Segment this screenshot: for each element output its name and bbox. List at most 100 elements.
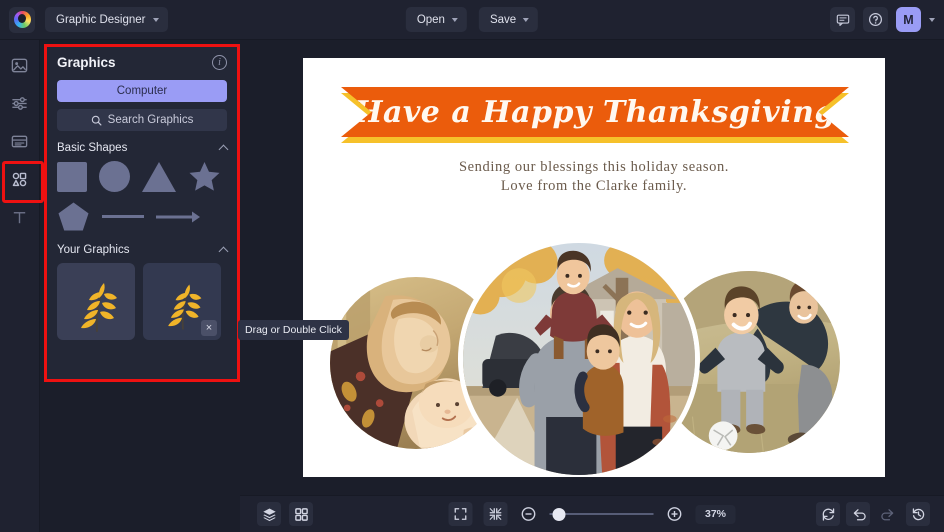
sidebar-item-frames[interactable] bbox=[7, 128, 33, 154]
chevron-down-icon bbox=[153, 17, 160, 22]
shape-line[interactable] bbox=[102, 215, 144, 218]
sidebar-item-adjustments[interactable] bbox=[7, 90, 33, 116]
search-icon bbox=[91, 115, 102, 125]
banner-ribbon-body: Have a Happy Thanksgiving bbox=[341, 87, 849, 137]
zoom-out-icon bbox=[521, 507, 536, 521]
sidebar-item-image[interactable] bbox=[7, 52, 33, 78]
zoom-level-display[interactable]: 37% bbox=[695, 504, 736, 524]
computer-button[interactable]: Computer bbox=[57, 80, 227, 102]
top-bar: Graphic Designer Open Save M bbox=[0, 0, 944, 40]
shapes-icon bbox=[12, 172, 27, 186]
basic-shapes-row-1 bbox=[57, 161, 227, 192]
shape-triangle[interactable] bbox=[142, 161, 176, 192]
save-label: Save bbox=[489, 13, 517, 26]
account-chevron-down-icon[interactable] bbox=[929, 17, 935, 22]
left-tool-rail bbox=[0, 40, 44, 532]
zoom-out-button[interactable] bbox=[519, 504, 539, 524]
remove-graphic-button[interactable]: × bbox=[201, 320, 217, 336]
document-name-label: Graphic Designer bbox=[56, 13, 146, 26]
shrink-to-fit-button[interactable] bbox=[483, 502, 508, 526]
page-title: Graphics bbox=[57, 55, 116, 70]
sidebar-item-text[interactable] bbox=[7, 204, 33, 230]
zoom-controls: 37% bbox=[448, 502, 736, 526]
file-actions-group: Open Save bbox=[405, 7, 539, 32]
redo-icon bbox=[880, 508, 893, 520]
close-icon: × bbox=[205, 322, 213, 334]
chevron-up-icon bbox=[218, 144, 229, 155]
history-button[interactable] bbox=[906, 502, 930, 526]
help-button[interactable] bbox=[863, 7, 888, 32]
adjustments-icon bbox=[12, 96, 27, 110]
tooltip: Drag or Double Click bbox=[238, 320, 349, 340]
shrink-to-fit-icon bbox=[489, 508, 502, 520]
graphics-panel: Graphics i Computer Search Graphics Basi… bbox=[44, 44, 240, 382]
photo-family-portrait-image bbox=[463, 243, 695, 475]
redo-button[interactable] bbox=[876, 502, 900, 526]
canvas-area[interactable]: Have a Happy Thanksgiving Sending our bl… bbox=[240, 40, 944, 495]
section-header-your-graphics[interactable]: Your Graphics bbox=[57, 244, 229, 257]
undo-button[interactable] bbox=[846, 502, 870, 526]
sidebar-item-graphics[interactable] bbox=[1, 161, 44, 203]
layers-panel-icon bbox=[11, 135, 28, 147]
history-controls bbox=[816, 502, 930, 526]
document-name-dropdown[interactable]: Graphic Designer bbox=[45, 7, 169, 32]
shape-arrow[interactable] bbox=[156, 210, 200, 224]
open-button[interactable]: Open bbox=[405, 7, 467, 32]
bottom-left-group bbox=[257, 502, 313, 526]
bottom-bar: 37% bbox=[240, 495, 944, 532]
zoom-in-button[interactable] bbox=[665, 504, 685, 524]
zoom-slider-thumb[interactable] bbox=[552, 507, 566, 521]
shape-pentagon[interactable] bbox=[57, 201, 90, 232]
your-graphics-label: Your Graphics bbox=[57, 244, 130, 256]
undo-icon bbox=[853, 508, 866, 520]
greeting-line-2: Love from the Clarke family. bbox=[500, 178, 688, 194]
bloom-logo-icon bbox=[13, 11, 31, 28]
search-graphics-label: Search Graphics bbox=[107, 114, 194, 126]
design-page[interactable]: Have a Happy Thanksgiving Sending our bl… bbox=[303, 58, 885, 477]
comment-icon bbox=[836, 14, 849, 26]
history-icon bbox=[912, 507, 924, 520]
text-icon bbox=[13, 211, 26, 223]
reset-button[interactable] bbox=[816, 502, 840, 526]
banner-ribbon[interactable]: Have a Happy Thanksgiving bbox=[341, 87, 849, 145]
wheat-graphic-icon bbox=[168, 283, 202, 330]
save-button[interactable]: Save bbox=[478, 7, 539, 32]
greeting-text[interactable]: Sending our blessings this holiday seaso… bbox=[303, 158, 885, 196]
comment-button[interactable] bbox=[830, 7, 855, 32]
greeting-line-1: Sending our blessings this holiday seaso… bbox=[458, 159, 730, 175]
basic-shapes-label: Basic Shapes bbox=[57, 142, 128, 154]
chevron-down-icon bbox=[523, 17, 530, 22]
graphic-thumbnail-wheat-1[interactable] bbox=[57, 263, 135, 340]
reset-icon bbox=[822, 507, 834, 521]
chevron-up-icon bbox=[218, 246, 229, 257]
search-graphics-input[interactable]: Search Graphics bbox=[57, 109, 227, 131]
open-label: Open bbox=[416, 13, 445, 26]
zoom-in-icon bbox=[667, 507, 682, 521]
grid-button[interactable] bbox=[289, 502, 313, 526]
account-actions-group: M bbox=[830, 7, 935, 32]
shape-square[interactable] bbox=[57, 161, 87, 192]
banner-text: Have a Happy Thanksgiving bbox=[354, 94, 836, 130]
shape-star[interactable] bbox=[188, 161, 221, 192]
section-header-basic-shapes[interactable]: Basic Shapes bbox=[57, 142, 229, 155]
shape-circle[interactable] bbox=[99, 161, 130, 192]
fit-screen-icon bbox=[454, 508, 467, 520]
wheat-graphic-icon bbox=[81, 282, 117, 332]
computer-button-label: Computer bbox=[116, 85, 168, 97]
graphics-panel-header: Graphics i bbox=[57, 55, 227, 70]
your-graphics-list: × bbox=[57, 263, 227, 340]
image-icon bbox=[11, 58, 28, 72]
app-logo[interactable] bbox=[9, 6, 35, 33]
zoom-slider[interactable] bbox=[549, 506, 654, 522]
fit-screen-button[interactable] bbox=[448, 502, 473, 526]
chevron-down-icon bbox=[451, 17, 458, 22]
photo-family-portrait[interactable] bbox=[458, 238, 700, 477]
info-icon[interactable]: i bbox=[212, 55, 227, 70]
photo-collage bbox=[303, 208, 885, 477]
grid-icon bbox=[294, 507, 308, 521]
graphic-thumbnail-wheat-2[interactable]: × bbox=[143, 263, 221, 340]
avatar[interactable]: M bbox=[896, 7, 921, 32]
layers-button[interactable] bbox=[257, 502, 281, 526]
avatar-initial: M bbox=[903, 12, 914, 27]
help-icon bbox=[868, 12, 883, 27]
